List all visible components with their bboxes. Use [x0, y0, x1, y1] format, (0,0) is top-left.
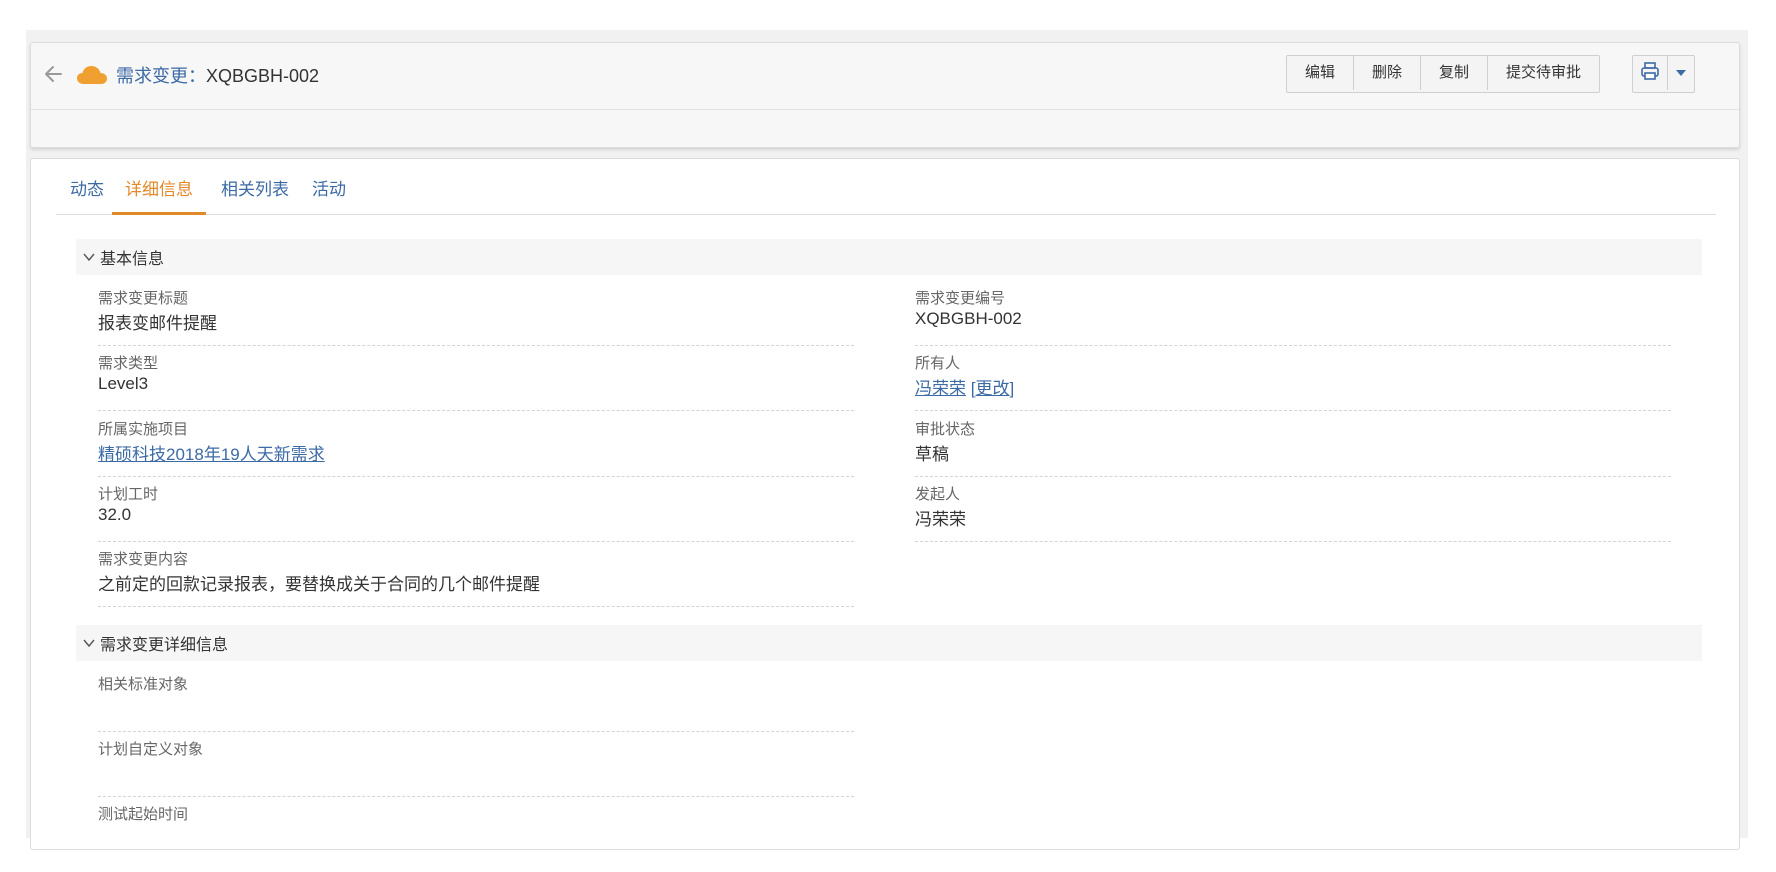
owner-link[interactable]: 冯荣荣: [915, 379, 966, 398]
field-value: 草稿: [915, 445, 949, 464]
field-value-wrap: 冯荣荣 [更改]: [915, 374, 1014, 399]
tab-details[interactable]: 详细信息: [112, 175, 206, 215]
field-change-title: 需求变更标题 报表变邮件提醒: [98, 281, 854, 346]
field-change-number: 需求变更编号 XQBGBH-002: [915, 281, 1671, 346]
field-owner: 所有人 冯荣荣 [更改]: [915, 346, 1671, 411]
copy-button[interactable]: 复制: [1421, 56, 1489, 90]
action-button-group: 编辑 删除 复制 提交待审批: [1286, 55, 1601, 93]
record-title: 需求变更：XQBGBH-002: [116, 63, 319, 89]
caret-down-icon: [1675, 64, 1687, 82]
field-approval-status: 审批状态 草稿: [915, 412, 1671, 477]
tab-dynamics[interactable]: 动态: [68, 175, 106, 212]
field-label: 需求变更编号: [915, 290, 1006, 307]
record-header-bar: 需求变更：XQBGBH-002 编辑 删除 复制 提交待审批: [31, 43, 1739, 110]
record-number: XQBGBH-002: [206, 66, 320, 86]
arrow-left-icon[interactable]: [41, 61, 67, 87]
edit-button[interactable]: 编辑: [1287, 56, 1355, 90]
field-label: 需求变更标题: [98, 290, 189, 307]
field-label: 所属实施项目: [98, 421, 189, 438]
field-initiator: 发起人 冯荣荣: [915, 477, 1671, 542]
field-value: Level3: [98, 374, 149, 393]
chevron-down-icon: [82, 250, 96, 264]
chevron-down-icon: [82, 636, 96, 650]
field-test-start-time: 测试起始时间: [98, 797, 854, 849]
field-value: 32.0: [98, 505, 132, 524]
field-value: 之前定的回款记录报表，要替换成关于合同的几个邮件提醒: [98, 575, 540, 594]
section-change-detail-header[interactable]: 需求变更详细信息: [76, 625, 1702, 661]
tab-activity[interactable]: 活动: [310, 175, 348, 212]
field-label: 计划自定义对象: [98, 741, 204, 758]
section-basic-info-header[interactable]: 基本信息: [76, 239, 1702, 275]
field-value: 冯荣荣: [915, 510, 966, 529]
tab-bar: 动态 详细信息 相关列表 活动: [56, 159, 1716, 215]
field-label: 所有人: [915, 355, 961, 372]
change-owner-link[interactable]: 更改: [975, 379, 1009, 398]
submit-approval-button[interactable]: 提交待审批: [1488, 56, 1599, 90]
field-label: 计划工时: [98, 486, 159, 503]
delete-button[interactable]: 删除: [1354, 56, 1422, 90]
field-planned-hours: 计划工时 32.0: [98, 477, 854, 542]
field-label: 审批状态: [915, 421, 976, 438]
field-label: 测试起始时间: [98, 806, 189, 823]
print-menu-button[interactable]: [1668, 56, 1694, 90]
field-related-standard-object: 相关标准对象: [98, 667, 854, 732]
cloud-icon: [76, 63, 108, 87]
section-title: 需求变更详细信息: [100, 637, 229, 654]
field-planned-custom-object: 计划自定义对象: [98, 732, 854, 797]
record-type-label: 需求变更: [116, 66, 188, 86]
field-value: XQBGBH-002: [915, 309, 1022, 328]
record-header: 需求变更：XQBGBH-002 编辑 删除 复制 提交待审批: [30, 42, 1740, 148]
print-button-group: [1632, 55, 1695, 93]
printer-icon: [1640, 61, 1660, 86]
field-change-content: 需求变更内容 之前定的回款记录报表，要替换成关于合同的几个邮件提醒: [98, 542, 854, 607]
bracket-close: ]: [1009, 379, 1015, 398]
field-requirement-type: 需求类型 Level3: [98, 346, 854, 411]
section-title: 基本信息: [100, 251, 165, 268]
field-label: 相关标准对象: [98, 676, 189, 693]
field-label: 发起人: [915, 486, 961, 503]
print-button[interactable]: [1633, 56, 1668, 90]
tab-related-lists[interactable]: 相关列表: [218, 175, 292, 212]
field-value-wrap: 精硕科技2018年19人天新需求: [98, 440, 325, 465]
field-project: 所属实施项目 精硕科技2018年19人天新需求: [98, 412, 854, 477]
project-link[interactable]: 精硕科技2018年19人天新需求: [98, 445, 325, 464]
field-label: 需求类型: [98, 355, 159, 372]
title-separator: ：: [188, 66, 206, 86]
detail-card: 动态 详细信息 相关列表 活动 基本信息 需求变更标题 报表变邮件提醒 需求类型…: [30, 158, 1740, 850]
field-label: 需求变更内容: [98, 551, 189, 568]
field-value: 报表变邮件提醒: [98, 314, 217, 333]
